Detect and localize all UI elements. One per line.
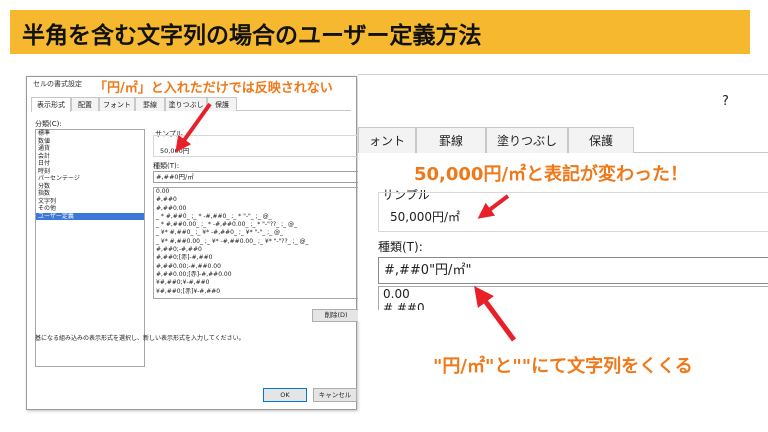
format-item[interactable]: #,##0.00;[赤]-#,##0.00 bbox=[154, 271, 372, 279]
annotation-enclose-quotes: "円/㎡"と""にて文字列をくくる bbox=[433, 356, 693, 377]
format-item[interactable]: _ * #,##0_ ;_ * -#,##0_ ;_ * "-"_ ;_ @_ bbox=[154, 213, 372, 221]
category-item-selected[interactable]: ユーザー定義 bbox=[36, 212, 144, 220]
category-item[interactable]: パーセンテージ bbox=[36, 175, 144, 183]
type-label: 種類(T): bbox=[153, 162, 180, 170]
category-item[interactable]: 文字列 bbox=[36, 198, 144, 206]
tab-font[interactable]: フォント bbox=[99, 97, 135, 111]
category-item[interactable]: 数値 bbox=[36, 138, 144, 146]
zoom-type-label: 種類(T): bbox=[378, 240, 423, 254]
cancel-button[interactable]: キャンセル bbox=[313, 388, 357, 402]
format-item[interactable]: _ ¥* #,##0.00_ ;_ ¥* -#,##0.00_ ;_ ¥* "-… bbox=[154, 238, 372, 246]
format-item[interactable]: 0.00 bbox=[154, 188, 372, 196]
zoom-sample-value: 50,000円/㎡ bbox=[390, 210, 461, 224]
sample-value: 50,000円 bbox=[160, 147, 190, 155]
format-item[interactable]: 0.00 bbox=[379, 287, 768, 301]
category-item[interactable]: 標準 bbox=[36, 130, 144, 138]
category-item[interactable]: その他 bbox=[36, 205, 144, 213]
description-text: 基になる組み込みの表示形式を選択し、新しい表示形式を入力してください。 bbox=[35, 335, 245, 342]
annotation-changed: 50,000円/㎡と表記が変わった！ bbox=[414, 164, 689, 185]
ok-button[interactable]: OK bbox=[263, 388, 307, 402]
format-item[interactable]: #,##0;-#,##0 bbox=[154, 246, 372, 254]
tab-border[interactable]: 罫線 bbox=[135, 97, 165, 111]
help-icon[interactable]: ? bbox=[722, 94, 729, 109]
zoom-format-list[interactable]: 0.00 #,##0 bbox=[378, 286, 768, 310]
format-item[interactable]: #,##0;[赤]-#,##0 bbox=[154, 254, 372, 262]
format-item[interactable]: _ * #,##0.00_ ;_ * -#,##0.00_ ;_ * "-"??… bbox=[154, 221, 372, 229]
dialog-title: セルの書式設定 bbox=[33, 80, 82, 88]
format-cells-dialog: セルの書式設定 表示形式 配置 フォント 罫線 塗りつぶし 保護 分類(C): … bbox=[26, 76, 373, 410]
format-item[interactable]: ¥#,##0;¥-#,##0 bbox=[154, 279, 372, 287]
tab-border-zoom[interactable]: 罫線 bbox=[416, 127, 486, 153]
format-item[interactable]: #,##0 bbox=[379, 301, 768, 310]
format-item[interactable]: #,##0.00;-#,##0.00 bbox=[154, 263, 372, 271]
delete-button[interactable]: 削除(D) bbox=[312, 309, 360, 322]
dialog-tabs: 表示形式 配置 フォント 罫線 塗りつぶし 保護 bbox=[31, 97, 351, 112]
tab-protection-zoom[interactable]: 保護 bbox=[568, 127, 634, 153]
category-item[interactable]: 日付 bbox=[36, 160, 144, 168]
tab-number[interactable]: 表示形式 bbox=[31, 97, 71, 112]
page-title: 半角を含む文字列の場合のユーザー定義方法 bbox=[22, 23, 482, 49]
category-item[interactable]: 指数 bbox=[36, 190, 144, 198]
annotation-not-reflected: 「円/㎡」と入れただけでは反映されない bbox=[92, 77, 335, 96]
format-item[interactable]: #,##0.00 bbox=[154, 205, 372, 213]
format-item[interactable]: ¥#,##0;[赤]¥-#,##0 bbox=[154, 288, 372, 296]
tab-fill-zoom[interactable]: 塗りつぶし bbox=[486, 127, 568, 153]
tab-alignment[interactable]: 配置 bbox=[71, 97, 99, 111]
tab-fill[interactable]: 塗りつぶし bbox=[165, 97, 207, 111]
format-item[interactable]: _ ¥* #,##0_ ;_ ¥* -#,##0_ ;_ ¥* "-"_ ;_ … bbox=[154, 229, 372, 237]
zoomed-dialog-header bbox=[358, 74, 768, 124]
type-input[interactable]: #,##0円/㎡ bbox=[153, 171, 373, 183]
category-item[interactable]: 通貨 bbox=[36, 145, 144, 153]
format-item[interactable]: #,##0 bbox=[154, 196, 372, 204]
category-item[interactable]: 会計 bbox=[36, 153, 144, 161]
category-label: 分類(C): bbox=[35, 120, 62, 128]
category-item[interactable]: 分数 bbox=[36, 183, 144, 191]
tab-protection[interactable]: 保護 bbox=[207, 97, 237, 111]
format-list[interactable]: 0.00 #,##0 #,##0.00 _ * #,##0_ ;_ * -#,#… bbox=[153, 187, 373, 299]
tab-font-zoom[interactable]: ォント bbox=[358, 127, 416, 153]
category-item[interactable]: 時刻 bbox=[36, 168, 144, 176]
zoomed-tabs: ォント 罫線 塗りつぶし 保護 bbox=[358, 127, 768, 153]
zoom-type-input[interactable]: #,##0"円/㎡" bbox=[378, 257, 768, 284]
category-list[interactable]: 標準 数値 通貨 会計 日付 時刻 パーセンテージ 分数 指数 文字列 その他 … bbox=[35, 129, 145, 367]
